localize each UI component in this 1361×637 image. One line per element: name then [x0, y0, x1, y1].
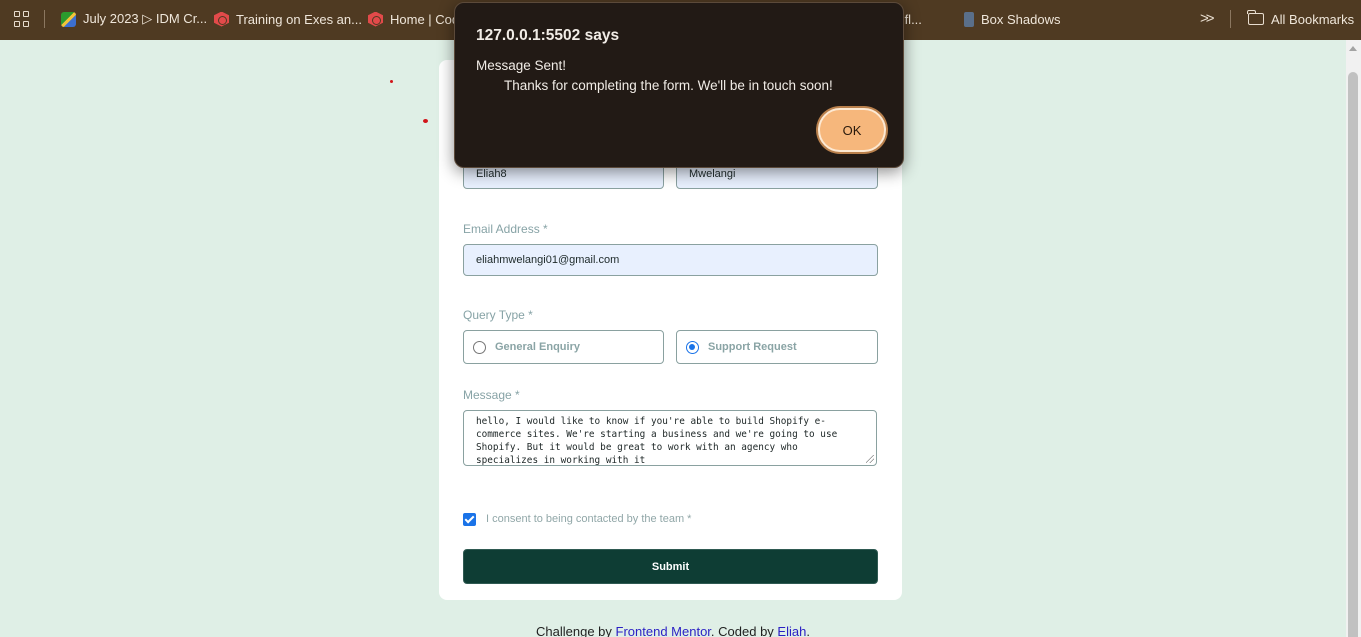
scroll-thumb[interactable]: [1348, 72, 1358, 637]
email-label: Email Address *: [463, 222, 548, 236]
bookmark-item-idm[interactable]: July 2023 ▷ IDM Cr...: [61, 0, 207, 38]
first-name-value: Eliah8: [476, 168, 507, 180]
bookmarks-separator: [1230, 10, 1231, 28]
message-label: Message *: [463, 388, 520, 402]
all-bookmarks-button[interactable]: All Bookmarks: [1247, 0, 1355, 38]
email-field[interactable]: eliahmwelangi01@gmail.com: [463, 244, 878, 276]
red-dot: [390, 80, 393, 83]
frontend-mentor-link[interactable]: Frontend Mentor: [616, 624, 711, 637]
consent-label: I consent to being contacted by the team…: [486, 513, 692, 525]
message-textarea[interactable]: hello, I would like to know if you're ab…: [463, 410, 877, 466]
red-dot: [423, 119, 428, 123]
bookmark-label: Training on Exes an...: [236, 11, 362, 27]
bookmark-label: Home | Cod: [390, 11, 460, 27]
general-enquiry-option[interactable]: General Enquiry: [463, 330, 664, 364]
radio-support-request[interactable]: [686, 340, 699, 354]
support-request-label: Support Request: [708, 341, 797, 353]
chevron-double-right-icon[interactable]: >>: [1200, 10, 1214, 27]
author-link[interactable]: Eliah: [777, 624, 806, 637]
codepen-hex-icon: [368, 11, 383, 27]
bookmark-label: July 2023 ▷ IDM Cr...: [83, 11, 208, 26]
dialog-title: 127.0.0.1:5502 says: [476, 27, 620, 44]
ok-button[interactable]: OK: [818, 108, 886, 152]
general-enquiry-label: General Enquiry: [495, 341, 580, 353]
bookmark-item-box-shadows[interactable]: Box Shadows: [962, 0, 1061, 38]
dialog-message-line2: Thanks for completing the form. We'll be…: [504, 78, 833, 93]
vertical-scrollbar[interactable]: [1346, 40, 1361, 637]
bookmark-item-training[interactable]: Training on Exes an...: [214, 0, 362, 38]
codepen-hex-icon: [214, 11, 229, 27]
radio-general-enquiry[interactable]: [473, 340, 486, 354]
apps-grid-icon[interactable]: [14, 11, 30, 27]
attribution-footer: Challenge by Frontend Mentor. Coded by E…: [0, 624, 1346, 637]
bookmark-label: Box Shadows: [981, 11, 1061, 27]
submit-button[interactable]: Submit: [463, 549, 878, 584]
support-request-option[interactable]: Support Request: [676, 330, 878, 364]
email-value: eliahmwelangi01@gmail.com: [476, 254, 620, 266]
box-shadows-icon: [964, 11, 974, 27]
footer-middle: . Coded by: [710, 624, 774, 637]
message-value: hello, I would like to know if you're ab…: [476, 416, 838, 466]
idm-icon: [61, 11, 76, 27]
folder-icon: [1247, 10, 1264, 25]
query-type-label: Query Type *: [463, 308, 533, 322]
scroll-up-arrow-icon[interactable]: [1349, 46, 1357, 51]
consent-checkbox[interactable]: [463, 513, 476, 526]
dialog-message-line1: Message Sent!: [476, 58, 567, 73]
last-name-value: Mwelangi: [689, 168, 736, 180]
resize-grip-icon[interactable]: [866, 455, 874, 463]
all-bookmarks-label: All Bookmarks: [1271, 11, 1355, 27]
footer-prefix: Challenge by: [536, 624, 612, 637]
alert-dialog: 127.0.0.1:5502 says Message Sent! Thanks…: [454, 2, 904, 168]
bookmark-item-home[interactable]: Home | Cod: [368, 0, 459, 38]
bookmarks-separator: [44, 10, 45, 28]
footer-suffix: .: [806, 624, 810, 637]
